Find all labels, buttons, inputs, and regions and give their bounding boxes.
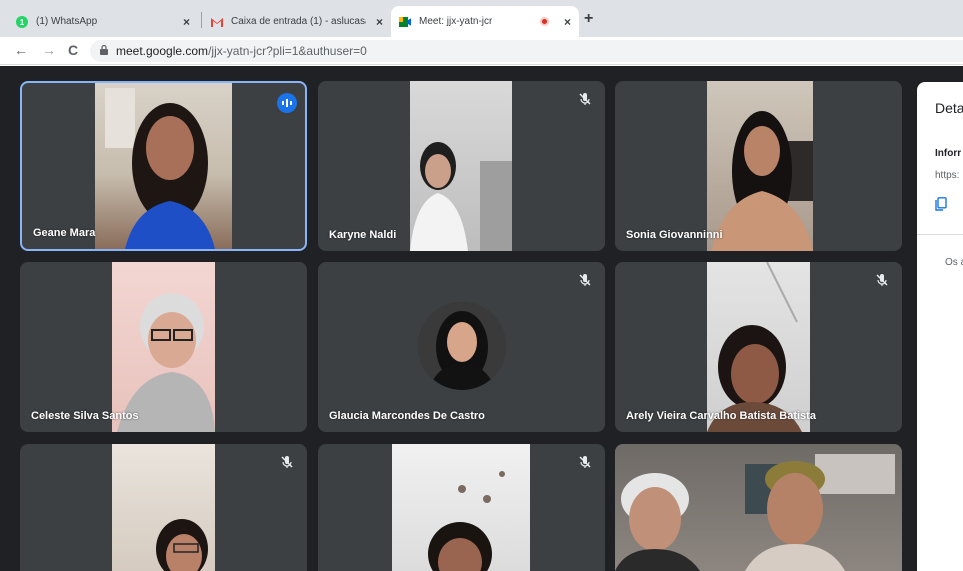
participant-tile[interactable]: Glaucia Marcondes De Castro: [318, 262, 605, 432]
panel-section-title: Inforr: [935, 148, 962, 159]
speaking-indicator-icon: [277, 93, 297, 113]
participant-tile[interactable]: Sonia Giovanninni: [615, 81, 902, 251]
meeting-link[interactable]: https:: [935, 170, 959, 181]
participant-tile[interactable]: Celeste Silva Santos: [20, 262, 307, 432]
close-tab-icon[interactable]: ×: [376, 15, 383, 29]
back-button[interactable]: ←: [14, 42, 28, 58]
close-tab-icon[interactable]: ×: [564, 15, 571, 29]
participant-video: [410, 81, 512, 251]
tab-title: Meet: jjx-yatn-jcr: [419, 16, 493, 27]
tab-separator: [201, 12, 202, 28]
panel-title: Deta: [935, 100, 963, 116]
tab-title: (1) WhatsApp: [36, 16, 98, 27]
new-tab-button[interactable]: +: [584, 10, 593, 28]
participant-name: Karyne Naldi: [329, 229, 397, 241]
close-tab-icon[interactable]: ×: [183, 15, 190, 29]
participant-tile[interactable]: Arely Vieira Carvalho Batista Batista: [615, 262, 902, 432]
recording-icon: [540, 17, 549, 26]
participant-video: [95, 83, 232, 249]
participant-video: [707, 262, 810, 432]
participant-tile[interactable]: Karyne Naldi: [318, 81, 605, 251]
participant-avatar: [418, 302, 506, 390]
meeting-details-panel: Deta Inforr https: Os a: [917, 82, 963, 571]
participant-name: Glaucia Marcondes De Castro: [329, 410, 485, 422]
participant-video: [112, 262, 215, 432]
tab-gmail[interactable]: Caixa de entrada (1) - aslucasam ×: [203, 6, 391, 37]
tab-whatsapp[interactable]: 1 (1) WhatsApp ×: [8, 6, 198, 37]
lock-icon: [100, 44, 108, 57]
participant-name: Geane Mara: [33, 227, 96, 239]
participant-video: [392, 444, 530, 571]
url-host: meet.google.com: [116, 44, 209, 58]
browser-tab-bar: 1 (1) WhatsApp × Caixa de entrada (1) - …: [0, 0, 963, 37]
participant-video: [615, 444, 902, 571]
mic-off-icon: [876, 274, 888, 286]
reload-button[interactable]: C: [68, 42, 78, 58]
panel-divider: [917, 234, 963, 235]
participant-tile[interactable]: [318, 444, 605, 571]
participant-name: Celeste Silva Santos: [31, 410, 139, 422]
tab-title: Caixa de entrada (1) - aslucasam: [231, 16, 366, 27]
copy-icon[interactable]: [935, 197, 947, 211]
participant-tile[interactable]: [20, 444, 307, 571]
url-path: /jjx-yatn-jcr?pli=1&authuser=0: [208, 44, 367, 58]
participant-tile[interactable]: Geane Mara: [20, 81, 307, 251]
panel-note: Os a: [945, 257, 963, 268]
address-bar-row: ← → C meet.google.com/jjx-yatn-jcr?pli=1…: [0, 37, 963, 65]
participant-tile[interactable]: [615, 444, 902, 571]
meet-icon: [399, 16, 411, 28]
meet-stage: Geane Mara Karyne Naldi Sonia Giovanninn…: [0, 66, 963, 571]
svg-text:1: 1: [20, 18, 25, 27]
url-input[interactable]: meet.google.com/jjx-yatn-jcr?pli=1&authu…: [90, 40, 963, 62]
mic-off-icon: [579, 274, 591, 286]
mic-off-icon: [579, 93, 591, 105]
participant-name: Arely Vieira Carvalho Batista Batista: [626, 410, 816, 422]
whatsapp-icon: 1: [16, 15, 28, 28]
tab-meet[interactable]: Meet: jjx-yatn-jcr ×: [391, 6, 579, 37]
mic-off-icon: [281, 456, 293, 468]
gmail-icon: [211, 16, 223, 28]
mic-off-icon: [579, 456, 591, 468]
forward-button[interactable]: →: [42, 42, 56, 58]
participant-video: [707, 81, 813, 251]
participant-name: Sonia Giovanninni: [626, 229, 723, 241]
participant-video: [112, 444, 215, 571]
